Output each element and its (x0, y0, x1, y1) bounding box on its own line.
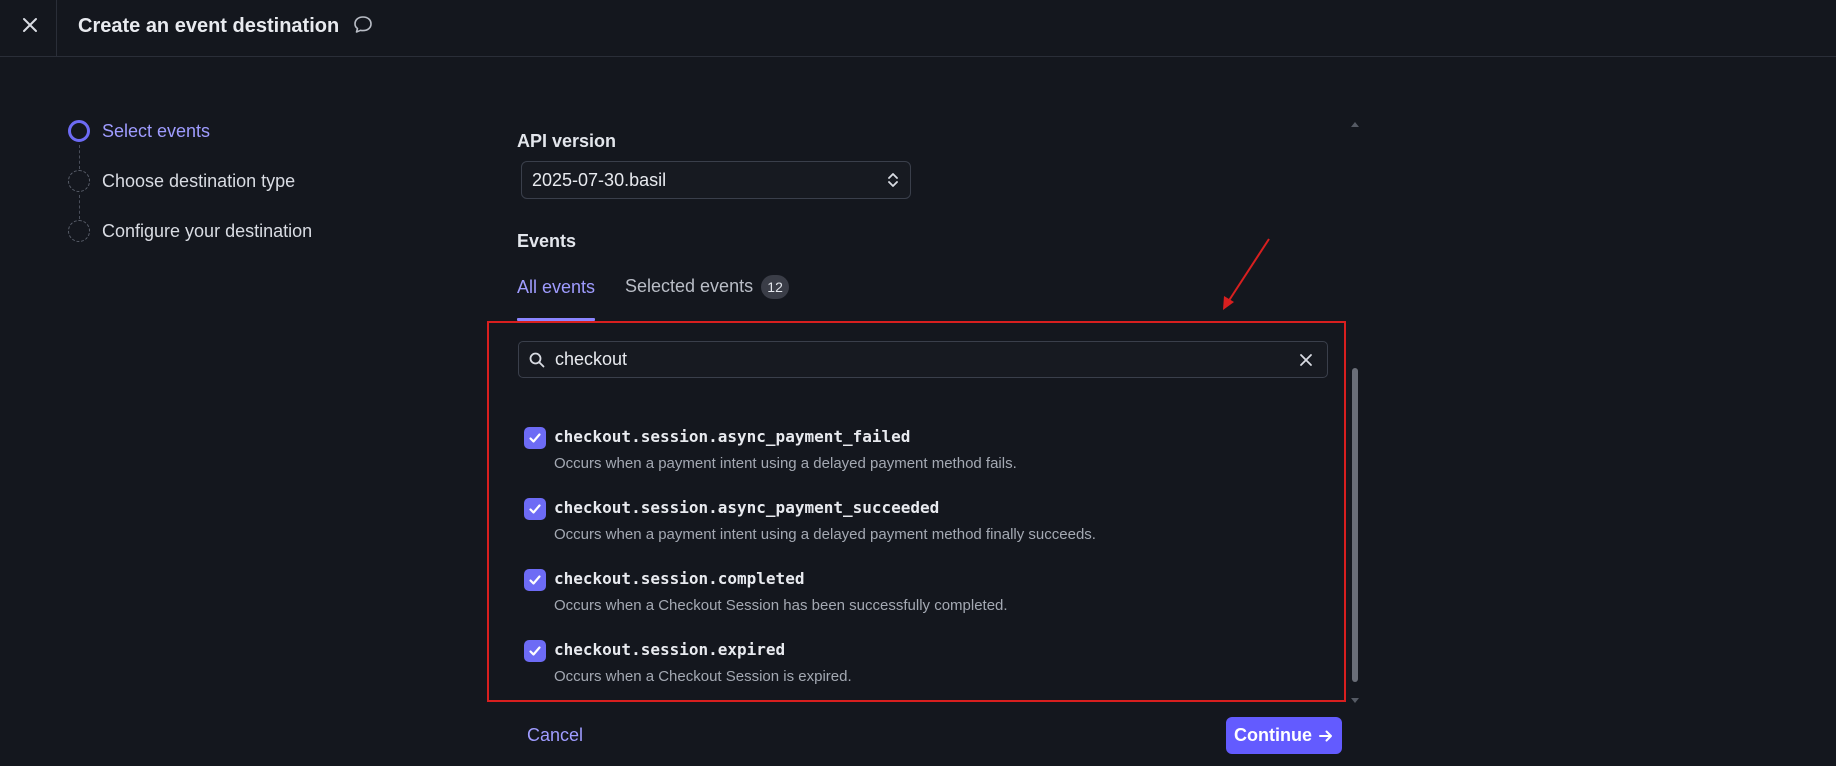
step-active-indicator (68, 120, 90, 142)
api-version-select[interactable]: 2025-07-30.basil (521, 161, 911, 199)
close-icon (1300, 353, 1312, 366)
feedback-button[interactable] (352, 14, 378, 40)
scrollbar[interactable] (1350, 122, 1360, 704)
selected-count-badge: 12 (761, 275, 790, 299)
step-pending-indicator (68, 170, 90, 192)
events-label: Events (517, 231, 577, 251)
cancel-button[interactable]: Cancel (527, 725, 583, 746)
step-select-events[interactable]: Select events (68, 120, 210, 142)
event-description: Occurs when a payment intent using a del… (554, 526, 1096, 543)
event-checkbox[interactable] (524, 640, 546, 662)
step-label: Select events (102, 120, 211, 141)
event-description: Occurs when a payment intent using a del… (554, 455, 1017, 472)
event-name: checkout.session.async_payment_failed (554, 427, 911, 446)
event-checkbox[interactable] (524, 427, 546, 449)
event-search (518, 341, 1328, 378)
step-configure-destination[interactable]: Configure your destination (68, 220, 312, 242)
step-choose-destination-type[interactable]: Choose destination type (68, 170, 295, 192)
event-name: checkout.session.completed (554, 569, 805, 588)
top-bar: Create an event destination (0, 0, 1836, 57)
continue-button[interactable]: Continue (1226, 717, 1342, 754)
tab-all-events[interactable]: All events (517, 277, 595, 298)
checkmark-icon (529, 504, 541, 514)
event-checkbox[interactable] (524, 498, 546, 520)
annotation-arrow-icon (1223, 238, 1270, 310)
arrow-right-icon (1318, 728, 1334, 744)
speech-bubble-icon (354, 16, 372, 33)
header-divider (56, 0, 57, 57)
event-search-input[interactable] (553, 348, 1295, 371)
event-description: Occurs when a Checkout Session is expire… (554, 668, 852, 685)
api-version-value: 2025-07-30.basil (532, 169, 667, 190)
step-connector (79, 145, 80, 169)
step-label: Configure your destination (102, 220, 313, 241)
event-checkbox[interactable] (524, 569, 546, 591)
step-pending-indicator (68, 220, 90, 242)
tab-label: Selected events (625, 276, 754, 296)
search-icon (529, 352, 545, 367)
scroll-down-arrow-icon[interactable] (1351, 698, 1359, 703)
checkmark-icon (529, 646, 541, 656)
chevron-up-down-icon (888, 173, 898, 187)
page-title: Create an event destination (78, 15, 340, 37)
event-name: checkout.session.expired (554, 640, 786, 659)
event-description: Occurs when a Checkout Session has been … (554, 597, 1008, 614)
api-version-label: API version (517, 131, 617, 151)
event-name: checkout.session.async_payment_succeeded (554, 498, 940, 517)
checkmark-icon (529, 433, 541, 443)
close-button[interactable] (16, 10, 44, 40)
tab-label: All events (517, 277, 596, 297)
continue-label: Continue (1234, 725, 1312, 745)
scrollbar-thumb[interactable] (1352, 368, 1358, 682)
close-icon (23, 18, 37, 32)
step-label: Choose destination type (102, 170, 296, 191)
step-connector (79, 195, 80, 219)
clear-search-button[interactable] (1295, 349, 1317, 371)
checkmark-icon (529, 575, 541, 585)
scroll-up-arrow-icon[interactable] (1351, 122, 1359, 127)
tab-selected-events[interactable]: Selected events 12 (625, 275, 790, 299)
